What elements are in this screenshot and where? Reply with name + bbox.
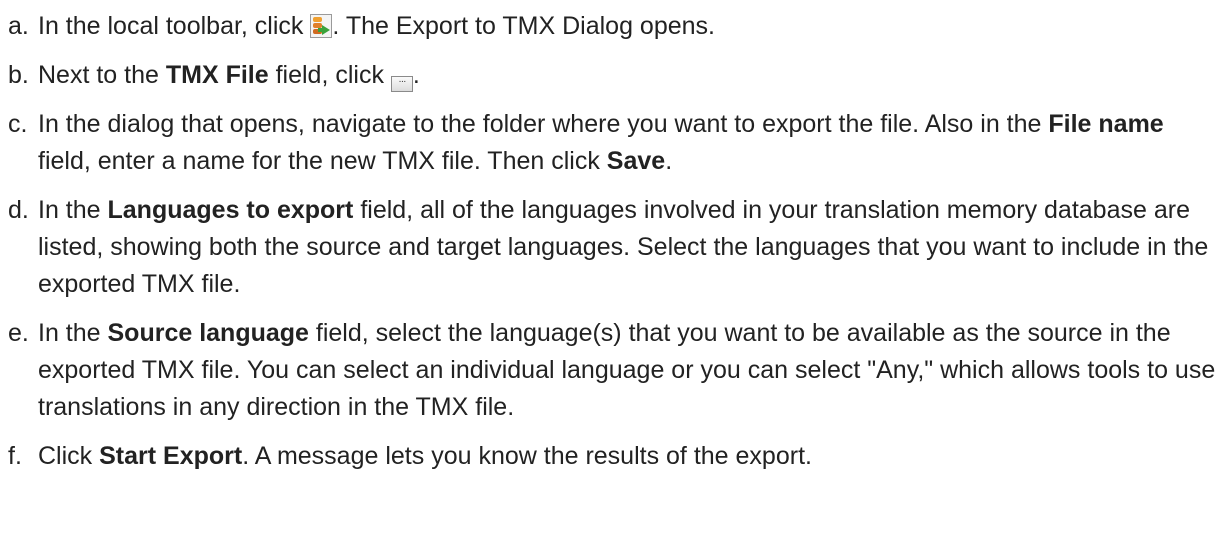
step-e: e. In the Source language field, select …: [0, 315, 1222, 426]
step-d: d. In the Languages to export field, all…: [0, 192, 1222, 303]
step-marker: d.: [8, 196, 29, 224]
step-text: In the dialog that opens, navigate to th…: [38, 110, 1049, 138]
step-b: b. Next to the TMX File field, click ···…: [0, 57, 1222, 94]
ui-term-source-language: Source language: [107, 319, 309, 347]
ui-term-start-export: Start Export: [99, 442, 243, 470]
step-marker: b.: [8, 61, 29, 89]
step-text: . A message lets you know the results of…: [242, 442, 812, 470]
step-f: f. Click Start Export. A message lets yo…: [0, 438, 1222, 475]
step-marker: f.: [8, 442, 22, 470]
step-text: .: [412, 61, 420, 89]
step-text: .: [665, 147, 673, 175]
instruction-list: a. In the local toolbar, click . The Exp…: [0, 0, 1222, 475]
step-text: field, enter a name for the new TMX file…: [38, 147, 607, 175]
step-c: c. In the dialog that opens, navigate to…: [0, 106, 1222, 180]
ui-term-save: Save: [606, 147, 666, 175]
step-marker: e.: [8, 319, 29, 347]
browse-ellipsis-icon: ···: [390, 76, 413, 92]
step-a: a. In the local toolbar, click . The Exp…: [0, 8, 1222, 45]
step-text: In the: [38, 196, 108, 224]
step-text: Click: [38, 442, 100, 470]
step-text: Next to the: [38, 61, 166, 89]
step-marker: a.: [8, 12, 29, 40]
ui-term-file-name: File name: [1048, 110, 1164, 138]
export-tmx-icon: [310, 14, 333, 38]
step-text: field, click: [268, 61, 391, 89]
ui-term-tmx-file: TMX File: [165, 61, 269, 89]
step-text: In the: [38, 319, 108, 347]
step-text: . The Export to TMX Dialog opens.: [332, 12, 715, 40]
ui-term-languages-to-export: Languages to export: [107, 196, 354, 224]
step-text: In the local toolbar, click: [38, 12, 311, 40]
step-marker: c.: [8, 110, 28, 138]
